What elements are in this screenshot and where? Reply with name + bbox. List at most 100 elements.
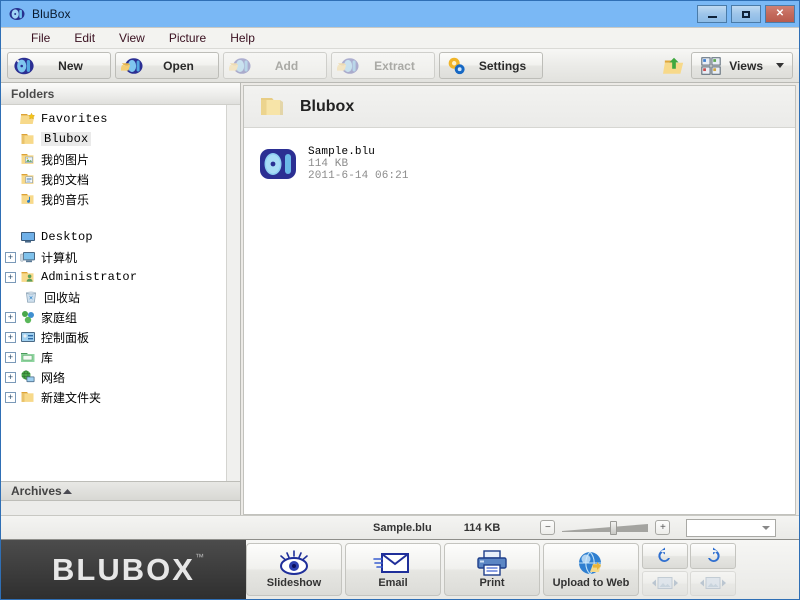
favorites-folder-icon (20, 112, 35, 124)
rotate-right-button[interactable] (690, 543, 736, 569)
settings-button[interactable]: Settings (439, 52, 543, 79)
tree-item-my-pictures[interactable]: 我的图片 (1, 149, 240, 169)
file-size: 114 KB (308, 158, 349, 170)
maximize-button[interactable] (731, 5, 761, 23)
navigate-row (642, 570, 736, 596)
views-button[interactable]: Views (691, 52, 793, 79)
tree-item-network[interactable]: + 网络 (1, 367, 240, 387)
rotate-right-icon (708, 547, 720, 562)
archives-panel-title: Archives (11, 484, 62, 498)
tree-item-label: Desktop (41, 230, 93, 244)
file-date: 2011-6-14 06:21 (308, 170, 409, 182)
zoom-in-button[interactable]: + (655, 520, 671, 535)
pictures-folder-icon (21, 154, 34, 164)
tree-item-label: Blubox (41, 132, 92, 146)
expander-toggle[interactable]: + (5, 371, 16, 383)
menu-picture[interactable]: Picture (157, 29, 218, 47)
sidebar-scrollbar[interactable] (226, 105, 240, 481)
folder-icon (261, 97, 283, 115)
tree-item-label: 回收站 (44, 290, 81, 305)
chevron-up-icon (62, 488, 72, 494)
gear-icon (448, 57, 465, 74)
zoom-slider-knob[interactable] (610, 520, 618, 535)
tree-item-desktop[interactable]: Desktop (1, 227, 240, 247)
rotate-left-icon (658, 547, 670, 562)
slideshow-button[interactable]: Slideshow (246, 543, 342, 596)
expander-toggle[interactable]: + (5, 311, 16, 323)
chevron-down-icon (762, 525, 771, 530)
title-bar: BluBox ✕ (1, 1, 799, 27)
tree-item-computer[interactable]: + 计算机 (1, 247, 240, 267)
chevron-down-icon (776, 63, 784, 68)
folder-upload-icon (663, 57, 684, 74)
menu-edit[interactable]: Edit (62, 29, 107, 47)
new-button-label: New (58, 58, 83, 73)
tree-item-new-folder[interactable]: + 新建文件夹 (1, 387, 240, 407)
status-dropdown[interactable] (686, 518, 777, 537)
extract-button[interactable]: Extract (331, 52, 435, 79)
extract-archive-icon (337, 57, 359, 74)
zoom-slider[interactable] (562, 520, 649, 535)
expander-toggle[interactable]: + (5, 391, 16, 403)
folders-panel-header: Folders (1, 83, 240, 105)
tree-item-blubox[interactable]: Blubox (1, 129, 240, 149)
tree-item-label: 新建文件夹 (41, 390, 102, 405)
file-list: Sample.blu 114 KB 2011-6-14 06:21 (244, 128, 795, 514)
upload-folder-button[interactable] (661, 53, 687, 79)
extract-button-label: Extract (374, 58, 415, 73)
brand-trademark: ™ (195, 552, 204, 562)
prev-image-button[interactable] (642, 570, 688, 596)
menu-help[interactable]: Help (218, 29, 267, 47)
tree-item-control-panel[interactable]: + 控制面板 (1, 327, 240, 347)
tree-item-favorites[interactable]: Favorites (1, 109, 240, 129)
print-button[interactable]: Print (444, 543, 540, 596)
upload-to-web-button[interactable]: Upload to Web (543, 543, 639, 596)
rotate-row (642, 543, 736, 569)
expander-toggle[interactable]: + (5, 271, 16, 283)
views-grid-icon (701, 56, 721, 75)
menu-file[interactable]: File (19, 29, 62, 47)
rotate-left-button[interactable] (642, 543, 688, 569)
expander-toggle[interactable]: + (5, 251, 16, 263)
blubox-new-icon (14, 57, 34, 74)
blubox-app-icon (9, 8, 25, 20)
action-buttons: Slideshow Email Print Upload to Web (246, 540, 799, 599)
list-item[interactable]: Sample.blu 114 KB 2011-6-14 06:21 (258, 144, 458, 184)
printer-icon (477, 550, 507, 576)
close-button[interactable]: ✕ (765, 5, 795, 23)
blu-file-icon (260, 149, 296, 179)
slideshow-button-label: Slideshow (266, 577, 322, 589)
expander-toggle[interactable]: + (5, 331, 16, 343)
tree-item-label: 我的图片 (41, 152, 90, 167)
zoom-out-button[interactable]: − (540, 520, 556, 535)
image-tool-buttons (642, 543, 736, 596)
window-controls: ✕ (697, 5, 795, 23)
tree-item-homegroup[interactable]: + 家庭组 (1, 307, 240, 327)
archives-panel-body (1, 501, 240, 515)
minimize-button[interactable] (697, 5, 727, 23)
add-archive-icon (229, 57, 251, 74)
next-image-button[interactable] (690, 570, 736, 596)
email-button-label: Email (378, 577, 408, 589)
tree-item-administrator[interactable]: + Administrator (1, 267, 240, 287)
new-button[interactable]: New (7, 52, 111, 79)
content-area: Folders Favorites Blubox 我的图片 我的文档 我的音乐 … (1, 83, 799, 515)
menu-view[interactable]: View (107, 29, 157, 47)
tree-item-libraries[interactable]: + 库 (1, 347, 240, 367)
open-button[interactable]: Open (115, 52, 219, 79)
expander-toggle[interactable]: + (5, 351, 16, 363)
status-file-size: 114 KB (463, 521, 501, 534)
folders-sidebar: Folders Favorites Blubox 我的图片 我的文档 我的音乐 … (1, 83, 241, 515)
tree-item-recycle-bin[interactable]: 回收站 (1, 287, 240, 307)
brand-logo: BLUBOX ™ (1, 540, 246, 599)
file-meta: Sample.blu 114 KB 2011-6-14 06:21 (308, 144, 409, 182)
status-bar: Sample.blu 114 KB − + (1, 515, 799, 539)
add-button[interactable]: Add (223, 52, 327, 79)
tree-separator (1, 209, 240, 227)
eye-icon (280, 550, 308, 575)
tree-item-my-documents[interactable]: 我的文档 (1, 169, 240, 189)
archives-panel-header[interactable]: Archives (1, 481, 240, 501)
toolbar: New Open Add Extract Settings Views (1, 48, 799, 83)
email-button[interactable]: Email (345, 543, 441, 596)
tree-item-my-music[interactable]: 我的音乐 (1, 189, 240, 209)
